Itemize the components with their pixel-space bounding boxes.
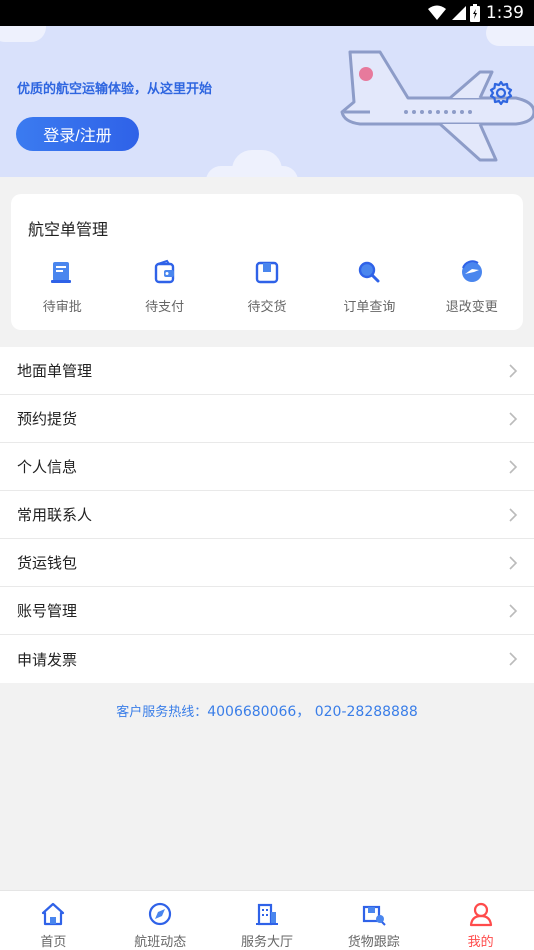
refresh-plane-icon xyxy=(461,260,482,282)
menu-item-label: 申请发票 xyxy=(17,650,78,669)
pending-payment-label: 待支付 xyxy=(145,300,185,315)
chevron-right-icon xyxy=(509,555,518,570)
pending-delivery-item[interactable]: 待交货 xyxy=(216,258,318,315)
flight-compass-icon xyxy=(149,902,172,926)
pending-approval-item[interactable]: 待审批 xyxy=(11,258,113,315)
cloud-decoration xyxy=(0,26,46,42)
air-waybill-title: 航空单管理 xyxy=(28,220,109,239)
chevron-right-icon xyxy=(509,411,518,426)
menu-item-contacts[interactable]: 常用联系人 xyxy=(0,491,534,539)
menu-item-pickup-reservation[interactable]: 预约提货 xyxy=(0,395,534,443)
tab-home[interactable]: 首页 xyxy=(0,891,107,950)
user-icon xyxy=(469,902,492,927)
menu-item-freight-wallet[interactable]: 货运钱包 xyxy=(0,539,534,587)
package-icon xyxy=(255,261,279,284)
chevron-right-icon xyxy=(509,459,518,474)
pending-payment-item[interactable]: 待支付 xyxy=(113,258,215,315)
menu-item-label: 地面单管理 xyxy=(17,362,93,380)
hotline-label: 客户服务热线： xyxy=(116,705,208,720)
signal-icon xyxy=(451,6,466,20)
pending-delivery-label: 待交货 xyxy=(247,300,287,315)
tab-cargo-tracking[interactable]: 货物跟踪 xyxy=(320,891,427,950)
menu-list: 地面单管理 预约提货 个人信息 常用联系人 货运钱包 账号管理 申请发票 xyxy=(0,347,534,683)
settings-gear-icon[interactable] xyxy=(488,80,514,106)
menu-item-personal-info[interactable]: 个人信息 xyxy=(0,443,534,491)
banner-tagline: 优质的航空运输体验，从这里开始 xyxy=(17,82,213,97)
building-icon xyxy=(255,903,278,926)
order-query-label: 订单查询 xyxy=(343,300,396,315)
chevron-right-icon xyxy=(509,363,518,378)
wallet-icon xyxy=(154,259,174,284)
menu-item-label: 个人信息 xyxy=(17,458,78,476)
menu-item-label: 账号管理 xyxy=(17,602,78,620)
tab-label: 货物跟踪 xyxy=(347,935,400,950)
menu-item-account-management[interactable]: 账号管理 xyxy=(0,587,534,635)
hotline-numbers[interactable]: 4006680066， 020-28288888 xyxy=(207,704,418,720)
approval-doc-icon xyxy=(51,262,72,283)
cargo-track-icon xyxy=(362,905,386,926)
tab-service-hall[interactable]: 服务大厅 xyxy=(214,891,321,950)
tab-label: 航班动态 xyxy=(134,935,187,950)
tab-label: 我的 xyxy=(467,935,494,950)
air-waybill-card: 航空单管理 待审批 待支付 待交货 订单查询 退改变更 xyxy=(11,194,523,330)
tab-mine[interactable]: 我的 xyxy=(427,891,534,950)
bottom-tab-bar: 首页 航班动态 服务大厅 货物跟踪 我的 xyxy=(0,890,534,950)
home-icon xyxy=(42,902,65,926)
tab-label: 服务大厅 xyxy=(240,935,293,950)
battery-icon xyxy=(469,4,480,22)
tab-label: 首页 xyxy=(40,935,67,950)
search-icon xyxy=(359,261,380,283)
menu-item-ground-waybill[interactable]: 地面单管理 xyxy=(0,347,534,395)
order-query-item[interactable]: 订单查询 xyxy=(318,258,420,315)
login-register-button[interactable]: 登录/注册 xyxy=(16,117,139,151)
air-waybill-grid: 待审批 待支付 待交货 订单查询 退改变更 xyxy=(11,258,523,315)
menu-item-invoice-request[interactable]: 申请发票 xyxy=(0,635,534,683)
cloud-decoration xyxy=(206,166,298,177)
chevron-right-icon xyxy=(509,652,518,666)
tab-flight-status[interactable]: 航班动态 xyxy=(107,891,214,950)
status-bar: 1:39 xyxy=(0,0,534,26)
profile-banner: 优质的航空运输体验，从这里开始 登录/注册 xyxy=(0,26,534,177)
chevron-right-icon xyxy=(509,507,518,522)
menu-item-label: 预约提货 xyxy=(17,410,78,428)
refund-change-item[interactable]: 退改变更 xyxy=(421,258,523,315)
customer-hotline: 客户服务热线：4006680066， 020-28288888 xyxy=(0,701,534,721)
chevron-right-icon xyxy=(509,603,518,618)
status-time: 1:39 xyxy=(485,3,524,23)
wifi-icon xyxy=(427,5,446,20)
menu-item-label: 常用联系人 xyxy=(17,506,93,524)
menu-item-label: 货运钱包 xyxy=(17,554,78,572)
refund-change-label: 退改变更 xyxy=(445,300,498,315)
pending-approval-label: 待审批 xyxy=(42,300,82,315)
